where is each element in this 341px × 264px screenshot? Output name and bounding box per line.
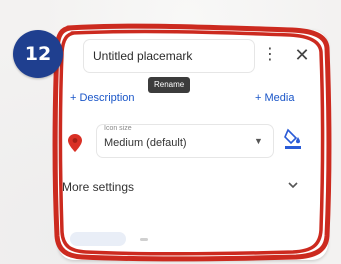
icon-size-value[interactable]: Medium (default) [104, 137, 187, 149]
placemark-title-text[interactable]: Untitled placemark [93, 49, 192, 63]
map-pin-icon[interactable] [68, 134, 82, 152]
bottom-tab-button[interactable] [70, 232, 126, 246]
close-icon[interactable]: ✕ [292, 44, 312, 66]
vertical-dots-icon[interactable]: ⋮ [262, 45, 278, 65]
rename-tooltip: Rename [148, 77, 191, 93]
step-number: 12 [24, 43, 52, 65]
chevron-down-icon[interactable] [286, 178, 300, 192]
more-settings-label[interactable]: More settings [62, 180, 134, 194]
add-media-link[interactable]: + Media [255, 92, 294, 104]
dropdown-caret-icon[interactable]: ▼ [254, 136, 263, 146]
bottom-tab-indicator [140, 238, 148, 241]
icon-size-label: Icon size [104, 125, 132, 132]
add-description-link[interactable]: + Description [70, 92, 135, 104]
paint-bucket-icon[interactable] [284, 128, 302, 150]
